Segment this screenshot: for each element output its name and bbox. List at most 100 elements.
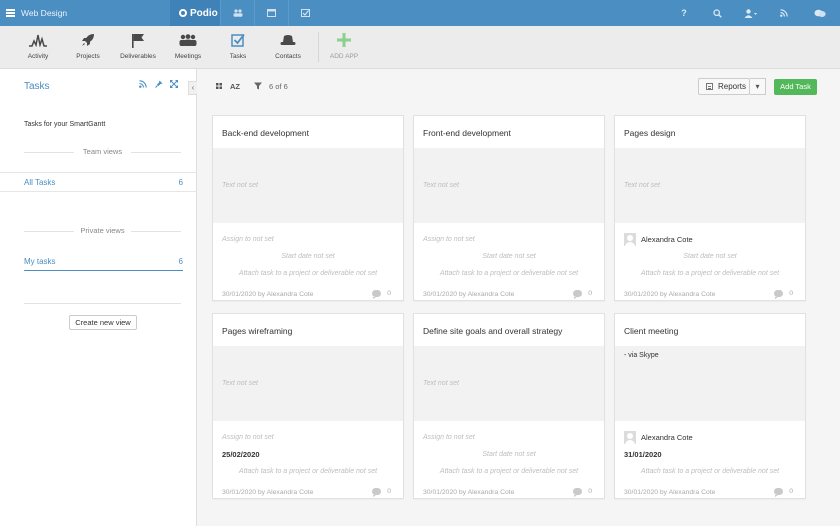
contacts-nav-icon[interactable] [220, 0, 254, 26]
task-title[interactable]: Define site goals and overall strategy [423, 326, 562, 336]
task-comments[interactable]: 0 [774, 488, 793, 497]
podio-logo-icon [179, 9, 187, 17]
workspace-name[interactable]: Web Design [21, 8, 67, 18]
search-icon[interactable] [701, 0, 733, 26]
task-text-area: Text not set [213, 346, 403, 421]
brand-name: Podio [190, 7, 218, 19]
podio-home-link[interactable]: Podio [170, 0, 220, 26]
task-comments[interactable]: 0 [372, 488, 391, 497]
task-comments[interactable]: 0 [774, 290, 793, 299]
task-title[interactable]: Pages wireframing [222, 326, 292, 336]
task-created: 30/01/2020 by Alexandra Cote [624, 489, 716, 496]
task-card[interactable]: Pages wireframing Text not set Assign to… [212, 313, 404, 499]
collapse-sidebar-button[interactable]: ‹ [188, 81, 197, 95]
app-label: Contacts [275, 53, 301, 60]
task-comments[interactable]: 0 [573, 290, 592, 299]
task-created: 30/01/2020 by Alexandra Cote [423, 489, 515, 496]
toolbar: AZ 6 of 6 Reports ▾ Add Task [197, 69, 840, 105]
people-icon [179, 34, 197, 46]
task-assignee: Assign to not set [222, 434, 274, 441]
comment-icon [774, 488, 784, 497]
chat-icon[interactable] [804, 0, 836, 26]
task-title[interactable]: Client meeting [624, 326, 678, 336]
app-projects[interactable]: Projects [63, 32, 113, 60]
app-label: ADD APP [329, 53, 359, 60]
task-text-area: Text not set [414, 148, 604, 223]
task-card[interactable]: Client meeting - via Skype Alexandra Cot… [614, 313, 806, 499]
avatar [624, 431, 636, 444]
view-label: All Tasks [24, 177, 56, 187]
fullscreen-icon[interactable] [169, 79, 179, 90]
assignee-name: Alexandra Cote [641, 235, 693, 244]
app-label: Activity [27, 53, 49, 60]
task-card[interactable]: Define site goals and overall strategy T… [413, 313, 605, 499]
reports-dropdown-button[interactable]: ▾ [750, 78, 766, 95]
task-text-area: Text not set [414, 346, 604, 421]
comment-icon [573, 290, 583, 299]
pin-icon[interactable] [155, 80, 163, 90]
task-card[interactable]: Back-end development Text not set Assign… [212, 115, 404, 301]
sidebar: Tasks ‹ Tasks for your SmartGantt Team v… [0, 69, 197, 526]
sidebar-item-all-tasks[interactable]: All Tasks 6 [0, 172, 197, 192]
sidebar-item-my-tasks[interactable]: My tasks 6 [0, 251, 197, 271]
user-menu-icon[interactable] [735, 0, 767, 26]
sort-button[interactable]: AZ [230, 82, 240, 91]
reports-button[interactable]: Reports [698, 78, 750, 95]
comment-count: 0 [387, 290, 391, 297]
rss-icon[interactable] [139, 80, 147, 90]
team-views-header: Team views [24, 147, 181, 156]
calendar-nav-icon[interactable] [254, 0, 288, 26]
filter-icon[interactable] [254, 82, 262, 90]
app-label: Tasks [229, 53, 247, 60]
plus-icon [337, 33, 351, 47]
view-count: 6 [178, 177, 183, 187]
view-label: My tasks [24, 256, 56, 266]
filter-count[interactable]: 6 of 6 [269, 82, 288, 91]
task-text: - via Skype [624, 352, 659, 359]
task-assignee[interactable]: Alexandra Cote [624, 431, 693, 444]
flag-icon [132, 33, 144, 48]
app-contacts[interactable]: Contacts [263, 32, 313, 60]
app-deliverables[interactable]: Deliverables [113, 32, 163, 60]
task-text-area: Text not set [615, 148, 805, 223]
workspace-switcher[interactable]: Web Design [0, 0, 67, 26]
task-start-date: Start date not set [482, 253, 536, 260]
comment-count: 0 [387, 488, 391, 495]
menu-icon[interactable] [6, 9, 15, 17]
task-comments[interactable]: 0 [573, 488, 592, 497]
grid-view-icon[interactable] [216, 83, 222, 89]
divider [24, 303, 181, 304]
task-due-date: 31/01/2020 [624, 450, 662, 459]
comment-icon [573, 488, 583, 497]
task-comments[interactable]: 0 [372, 290, 391, 299]
app-activity[interactable]: Activity [13, 32, 63, 60]
app-meetings[interactable]: Meetings [163, 32, 213, 60]
help-icon[interactable]: ? [668, 0, 700, 26]
task-assignee: Assign to not set [423, 236, 475, 243]
comment-count: 0 [789, 488, 793, 495]
task-title[interactable]: Front-end development [423, 128, 511, 138]
avatar [624, 233, 636, 246]
tasks-nav-icon[interactable] [288, 0, 322, 26]
add-task-button[interactable]: Add Task [774, 79, 817, 95]
task-card[interactable]: Pages design Text not set Alexandra Cote… [614, 115, 806, 301]
add-app-button[interactable]: ADD APP [319, 32, 369, 60]
task-start-date: Start date not set [683, 253, 737, 260]
task-start-date: Start date not set [482, 451, 536, 458]
task-card[interactable]: Front-end development Text not set Assig… [413, 115, 605, 301]
rss-icon[interactable] [768, 0, 800, 26]
app-label: Projects [76, 53, 100, 60]
task-start-date: Start date not set [281, 253, 335, 260]
task-title[interactable]: Back-end development [222, 128, 309, 138]
task-title[interactable]: Pages design [624, 128, 676, 138]
task-assignee[interactable]: Alexandra Cote [624, 233, 693, 246]
view-count: 6 [178, 256, 183, 266]
comment-icon [372, 488, 382, 497]
reports-label: Reports [718, 82, 747, 91]
sidebar-title: Tasks [24, 81, 50, 92]
task-attach: Attach task to a project or deliverable … [439, 468, 579, 475]
comment-icon [372, 290, 382, 299]
create-new-view-button[interactable]: Create new view [69, 315, 137, 330]
task-text: Text not set [222, 182, 258, 189]
app-tasks[interactable]: Tasks [213, 32, 263, 60]
